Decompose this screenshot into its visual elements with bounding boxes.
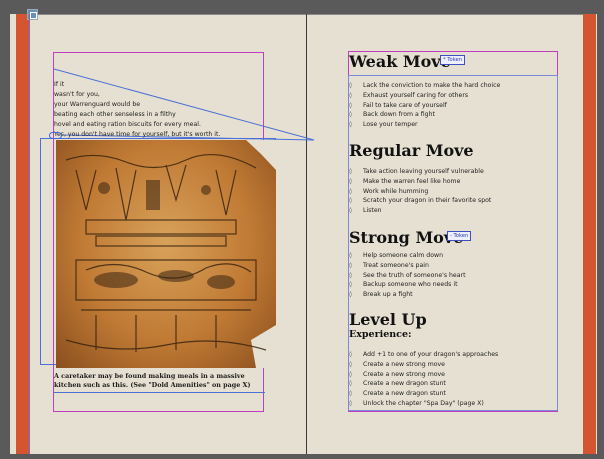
list-item-text: See the truth of someone's heart	[363, 271, 466, 279]
image-caption: A caretaker may be found making meals in…	[54, 372, 269, 390]
list-item: ◊ Listen	[349, 206, 491, 216]
list-item: ◊ Help someone calm down	[349, 251, 466, 261]
bullet-icon: ◊	[349, 390, 352, 398]
bullet-icon: ◊	[349, 187, 352, 195]
list-item: ◊ Add +1 to one of your dragon's approach…	[349, 350, 498, 360]
intro-paragraph: If it wasn't for you, your Warrenguard w…	[54, 80, 269, 140]
bullet-icon: ◊	[349, 111, 352, 119]
regular-move-heading: Regular Move	[349, 141, 474, 160]
list-item: ◊ Make the warren feel like home	[349, 177, 491, 187]
intro-line: beating each other senseless in a filthy	[54, 111, 176, 118]
bullet-icon: ◊	[349, 399, 352, 407]
list-item-text: Work while humming	[363, 187, 429, 195]
list-item: ◊ Create a new strong move	[349, 360, 498, 370]
intro-line: Yes, you don't have time for yourself, b…	[54, 131, 221, 138]
strong-move-list: ◊ Help someone calm down ◊ Treat someone's…	[349, 251, 466, 300]
bullet-icon: ◊	[349, 261, 352, 269]
bullet-icon: ◊	[349, 197, 352, 205]
regular-move-list: ◊ Take action leaving yourself vulnerable…	[349, 167, 491, 216]
caption-line: A caretaker may be found making meals in…	[54, 372, 245, 380]
list-item-text: Create a new strong move	[363, 360, 445, 368]
list-item-text: Unlock the chapter "Spa Day" (page X)	[363, 399, 484, 407]
kitchen-illustration[interactable]	[56, 140, 276, 368]
intro-line: your Warrenguard would be	[54, 101, 141, 108]
list-item-text: Listen	[363, 207, 382, 215]
list-item-text: Take action leaving yourself vulnerable	[363, 168, 484, 175]
list-item: ◊ Create a new dragon stunt	[349, 389, 498, 399]
bullet-icon: ◊	[349, 207, 352, 215]
bullet-icon: ◊	[349, 168, 352, 175]
link-icon[interactable]	[49, 132, 62, 139]
bullet-icon: ◊	[349, 252, 352, 259]
caption-frame[interactable]	[54, 392, 265, 393]
weak-move-list: ◊ Lack the conviction to make the hard ch…	[349, 81, 500, 130]
bullet-icon: ◊	[349, 291, 352, 299]
bullet-icon: ◊	[349, 271, 352, 279]
list-item-text: Help someone calm down	[363, 252, 443, 259]
list-item: ◊ Scratch your dragon in their favorite s…	[349, 196, 491, 206]
bullet-icon: ◊	[349, 360, 352, 368]
left-bleed-strip	[16, 14, 29, 454]
list-item-text: Create a new strong move	[363, 370, 445, 378]
strong-move-token-tag[interactable]: - Token	[447, 231, 472, 241]
intro-line: wasn't for you,	[54, 91, 100, 98]
weak-move-heading: Weak Move	[349, 52, 451, 71]
list-item: ◊ Exhaust yourself caring for others	[349, 91, 500, 101]
list-item-text: Make the warren feel like home	[363, 177, 461, 185]
bullet-icon: ◊	[349, 82, 352, 89]
list-item-text: Lack the conviction to make the hard cho…	[363, 82, 501, 89]
list-item-text: Backup someone who needs it	[363, 281, 458, 289]
list-item-text: Lose your temper	[363, 121, 418, 129]
list-item-text: Create a new dragon stunt	[363, 380, 446, 388]
page-spine	[306, 14, 307, 454]
caption-line: kitchen such as this. (See "Dold Ameniti…	[54, 381, 251, 389]
list-item: ◊ Work while humming	[349, 187, 491, 197]
list-item-text: Add +1 to one of your dragon's approache…	[363, 351, 499, 358]
list-item-text: Exhaust yourself caring for others	[363, 91, 469, 99]
weak-move-token-tag[interactable]: * Token	[440, 55, 465, 65]
intro-line: hovel and eating ration biscuits for eve…	[54, 121, 201, 128]
right-bleed-strip	[583, 14, 596, 454]
level-up-heading: Level Up	[349, 310, 427, 329]
list-item: ◊ Back down from a fight	[349, 110, 500, 120]
list-item: ◊ Create a new strong move	[349, 370, 498, 380]
list-item: ◊ Take action leaving yourself vulnerable	[349, 167, 491, 177]
list-item: ◊ Break up a fight	[349, 290, 466, 300]
experience-subheading: Experience:	[349, 329, 412, 340]
bullet-icon: ◊	[349, 281, 352, 289]
intro-line: If it	[54, 81, 65, 88]
list-item-text: Create a new dragon stunt	[363, 390, 446, 398]
list-item: ◊ Lack the conviction to make the hard ch…	[349, 81, 500, 91]
bullet-icon: ◊	[349, 101, 352, 109]
bullet-icon: ◊	[349, 370, 352, 378]
bullet-icon: ◊	[349, 177, 352, 185]
list-item: ◊ Treat someone's pain	[349, 261, 466, 271]
bullet-icon: ◊	[349, 380, 352, 388]
bullet-icon: ◊	[349, 121, 352, 129]
list-item-text: Scratch your dragon in their favorite sp…	[363, 197, 492, 205]
left-margin-guide	[29, 14, 30, 454]
bullet-icon: ◊	[349, 91, 352, 99]
list-item-text: Back down from a fight	[363, 111, 435, 119]
level-up-list: ◊ Add +1 to one of your dragon's approach…	[349, 350, 498, 409]
list-item: ◊ Unlock the chapter "Spa Day" (page X)	[349, 399, 498, 409]
bullet-icon: ◊	[349, 351, 352, 358]
list-item: ◊ Fail to take care of yourself	[349, 101, 500, 111]
list-item: ◊ Backup someone who needs it	[349, 280, 466, 290]
list-item-text: Fail to take care of yourself	[363, 101, 447, 109]
list-item: ◊ See the truth of someone's heart	[349, 271, 466, 281]
list-item: ◊ Lose your temper	[349, 120, 500, 130]
list-item: ◊ Create a new dragon stunt	[349, 379, 498, 389]
list-item-text: Break up a fight	[363, 291, 413, 299]
list-item-text: Treat someone's pain	[363, 261, 429, 269]
